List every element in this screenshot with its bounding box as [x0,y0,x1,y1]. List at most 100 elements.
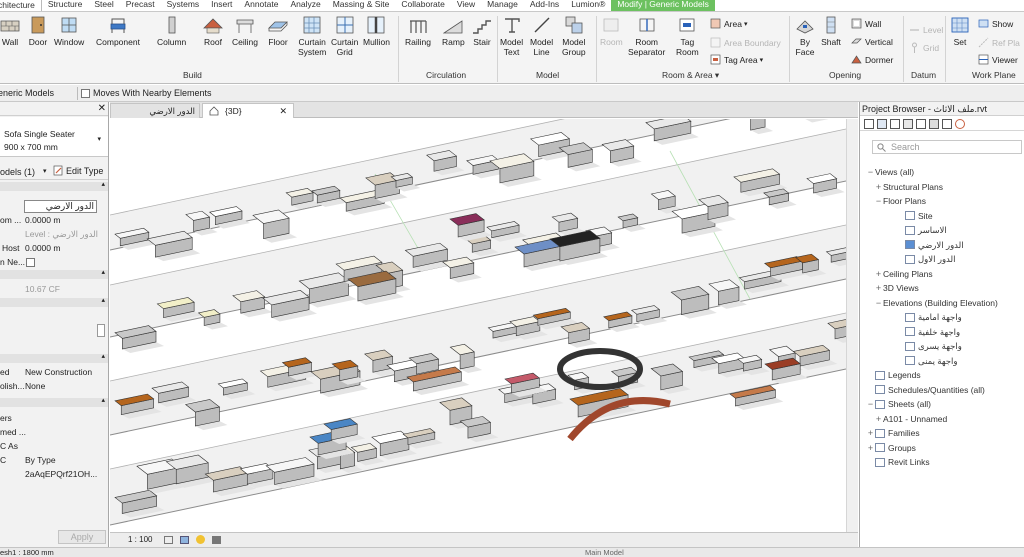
browser-search-field[interactable]: Search [872,140,1022,154]
door-button[interactable]: Door [28,15,48,47]
browser-item[interactable]: − Sheets (all) [866,398,931,410]
room-separator-button[interactable]: Room Separator [628,15,665,57]
close-icon[interactable]: ✕ [98,102,106,115]
wall-button[interactable]: Wall [0,15,20,47]
expand-toggle-icon[interactable]: − [874,195,883,207]
vertical-opening-button[interactable]: Vertical [851,36,893,47]
component-button[interactable]: Component [96,15,140,47]
schedule-icon[interactable] [890,118,900,129]
section-header[interactable]: ▴ [0,269,108,279]
expand-toggle-icon[interactable]: + [874,181,883,193]
floor-button[interactable]: Floor [268,15,288,47]
home-icon[interactable] [864,118,874,129]
ribbon-tab[interactable]: Manage [481,0,524,11]
by-face-button[interactable]: By Face [795,15,815,57]
browser-item[interactable]: Legends [866,369,921,381]
active-model[interactable]: Main Model [585,548,624,557]
ribbon-tab[interactable]: Steel [88,0,119,11]
curtain-grid-button[interactable]: Curtain Grid [331,15,358,57]
browser-item[interactable]: الدور الاول [896,253,955,265]
section-header[interactable]: ▴ [0,181,108,191]
expand-toggle-icon[interactable]: − [866,398,875,410]
browser-item[interactable]: الدور الارضي [896,239,964,251]
viewer-button[interactable]: Viewer [978,54,1018,65]
ribbon-tab[interactable]: Structure [42,0,89,11]
expand-toggle-icon[interactable]: − [874,297,883,309]
roof-button[interactable]: Roof [203,15,223,47]
browser-item[interactable]: واجهة يسرى [896,340,962,352]
ribbon-tab[interactable]: Analyze [284,0,326,11]
wall-opening-button[interactable]: Wall [851,18,881,29]
vertical-scrollbar[interactable] [846,119,858,532]
railing-button[interactable]: Railing [405,15,431,47]
panel-label-room-area[interactable]: Room & Area ▾ [662,70,719,81]
ribbon-tab[interactable]: Insert [205,0,238,11]
ribbon-tab[interactable]: Modify | Generic Models [611,0,715,11]
browser-item[interactable]: − Views (all) [866,166,914,178]
expand-toggle-icon[interactable]: − [866,166,875,178]
shaft-button[interactable]: Shaft [821,15,841,47]
level-field[interactable]: الدور الارضي [24,200,97,213]
ribbon-tab[interactable]: Precast [120,0,161,11]
instance-filter[interactable]: odels (1) [0,167,35,177]
close-tab-icon[interactable]: ✕ [279,104,287,118]
ribbon-tab[interactable]: Lumion® [565,0,611,11]
section-header[interactable]: ▴ [0,297,108,307]
curtain-system-button[interactable]: Curtain System [298,15,326,57]
ribbon-tab[interactable]: Massing & Site [327,0,396,11]
tag-area-button[interactable]: Tag Area ▾ [710,54,763,65]
ribbon-tab[interactable]: View [451,0,481,11]
model-group-button[interactable]: Model Group [562,15,586,57]
browser-item[interactable]: + Groups [866,442,916,454]
expand-toggle-icon[interactable]: + [866,442,875,454]
view-scale[interactable]: 1 : 100 [128,535,152,544]
mullion-button[interactable]: Mullion [363,15,390,47]
tab-ground-floor[interactable]: الدور الارضي [110,103,200,118]
browser-item[interactable]: الاساسر [896,224,947,236]
show-workplane-button[interactable]: Show [978,18,1013,29]
browser-item[interactable]: Site [896,210,933,222]
plan-icon[interactable] [877,118,887,129]
set-workplane-button[interactable]: Set [950,15,970,47]
section-header[interactable]: ▴ [0,353,108,363]
expand-toggle-icon[interactable]: + [874,413,883,425]
detail-level-icon[interactable] [164,536,173,544]
browser-item[interactable]: واجهة خلفية [896,326,960,338]
ribbon-tab[interactable]: Add-Ins [524,0,565,11]
expand-toggle-icon[interactable]: + [866,427,875,439]
moves-with-nearby-checkbox[interactable] [81,88,90,98]
ribbon-tab[interactable]: Systems [161,0,206,11]
ref-plane-button[interactable]: Ref Pla [978,37,1020,48]
type-selector[interactable]: Sofa Single Seater 900 x 700 mm ▾ [0,117,108,157]
window-button[interactable]: Window [54,15,84,47]
sun-path-icon[interactable] [196,535,205,544]
legend-icon[interactable] [942,118,952,129]
browser-item[interactable]: Schedules/Quantities (all) [866,384,985,396]
dormer-opening-button[interactable]: Dormer [851,54,893,65]
browser-item[interactable]: − Floor Plans [874,195,926,207]
sheet-icon[interactable] [903,118,913,129]
tag-room-button[interactable]: Tag Room [676,15,699,57]
browser-item[interactable]: +3D Views [874,282,919,294]
shadows-icon[interactable] [212,536,221,544]
checkbox[interactable] [26,258,35,267]
section-icon[interactable] [916,118,926,129]
level-button[interactable]: Level [909,24,943,35]
link-icon[interactable] [955,118,965,129]
browser-item[interactable]: + Families [866,427,920,439]
ribbon-tab[interactable]: Annotate [238,0,284,11]
room-button[interactable]: Room [600,15,623,47]
expand-toggle-icon[interactable]: + [874,268,883,280]
ceiling-button[interactable]: Ceiling [232,15,258,47]
edit-type-button[interactable]: Edit Type [53,165,103,176]
ribbon-tab[interactable]: chitecture [0,0,42,11]
section-header[interactable]: ▴ [0,397,108,407]
browser-item[interactable]: واجهة يمنى [896,355,958,367]
elevation-icon[interactable] [929,118,939,129]
browser-item[interactable]: Revit Links [866,456,930,468]
area-button[interactable]: Area ▾ [710,18,747,29]
grid-button[interactable]: Grid [909,42,939,53]
model-line-button[interactable]: Model Line [530,15,553,57]
scroll-thumb[interactable] [97,324,105,337]
visual-style-icon[interactable] [180,536,189,544]
